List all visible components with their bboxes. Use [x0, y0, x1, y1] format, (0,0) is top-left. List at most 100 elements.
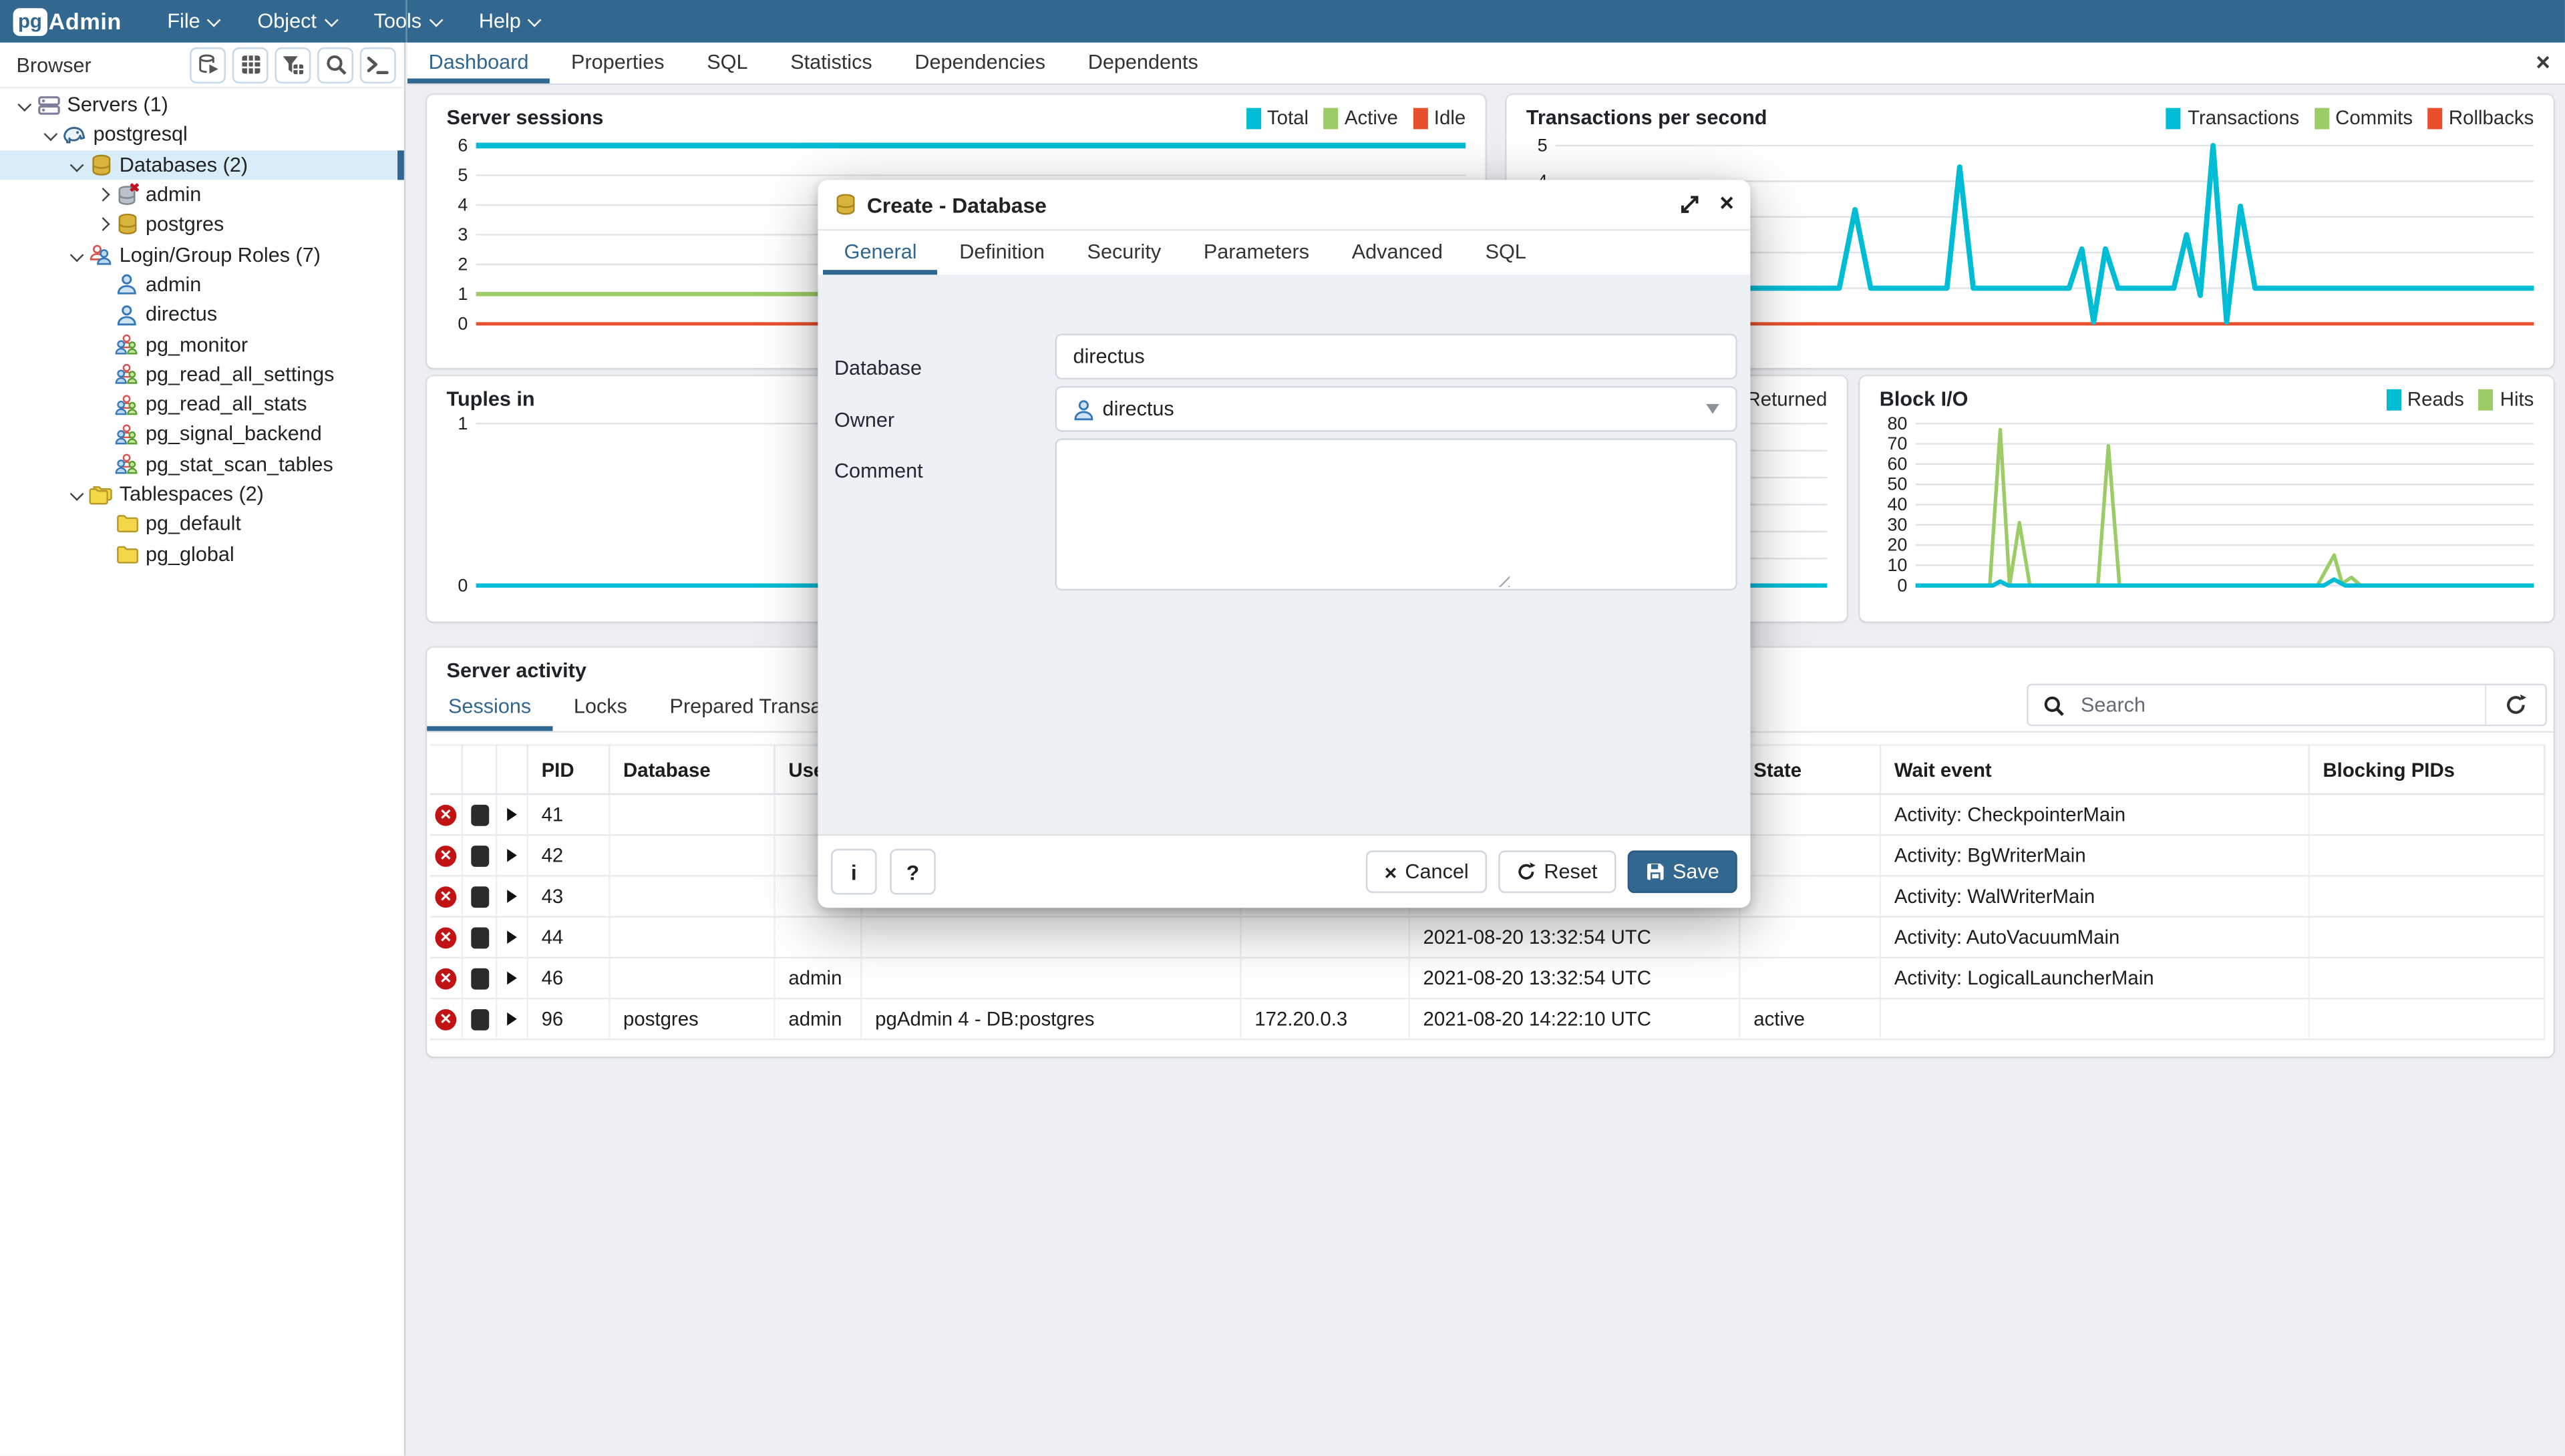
tree-item-login-group-roles-7[interactable]: Login/Group Roles (7)	[0, 240, 404, 270]
terminal-button[interactable]	[360, 47, 396, 83]
tree-item-pg-stat-scan-tables[interactable]: pg_stat_scan_tables	[0, 449, 404, 479]
cancel-query-button[interactable]	[463, 918, 497, 958]
cell-database	[610, 958, 775, 999]
cancel-query-button[interactable]	[463, 877, 497, 918]
activity-tab-sessions[interactable]: Sessions	[427, 687, 552, 731]
close-panel-icon[interactable]: ×	[2536, 51, 2550, 75]
expand-row-button[interactable]	[497, 999, 528, 1040]
collapse-chevron-icon[interactable]	[65, 160, 88, 170]
save-button[interactable]: Save	[1627, 850, 1737, 893]
collapse-chevron-icon[interactable]	[13, 100, 36, 110]
menu-file[interactable]: File	[151, 0, 234, 43]
tree-item-admin[interactable]: admin	[0, 180, 404, 210]
block-io-title: Block I/O	[1880, 387, 1969, 410]
expand-chevron-icon[interactable]	[92, 190, 114, 200]
terminate-session-button[interactable]: ✕	[430, 836, 463, 876]
expand-row-button[interactable]	[497, 836, 528, 876]
terminate-session-button[interactable]: ✕	[430, 918, 463, 958]
terminate-session-button[interactable]: ✕	[430, 877, 463, 918]
tab-statistics[interactable]: Statistics	[769, 43, 893, 83]
tps-title: Transactions per second	[1526, 106, 1767, 129]
collapse-chevron-icon[interactable]	[65, 489, 88, 499]
column-header-wait-event[interactable]: Wait event	[1881, 744, 2310, 795]
tab-dashboard[interactable]: Dashboard	[407, 43, 550, 83]
tree-item-pg-signal-backend[interactable]: pg_signal_backend	[0, 419, 404, 449]
dialog-tab-advanced[interactable]: Advanced	[1331, 230, 1464, 275]
column-header-pid[interactable]: PID	[528, 744, 610, 795]
refresh-button[interactable]	[2486, 693, 2545, 716]
tab-properties[interactable]: Properties	[550, 43, 685, 83]
cancel-query-button[interactable]	[463, 999, 497, 1040]
tab-dependencies[interactable]: Dependencies	[894, 43, 1067, 83]
tree-item-pg-read-all-settings[interactable]: pg_read_all_settings	[0, 359, 404, 389]
query-tool-button[interactable]	[190, 47, 226, 83]
menu-object[interactable]: Object	[241, 0, 351, 43]
tree-item-postgres[interactable]: postgres	[0, 210, 404, 240]
maximize-icon[interactable]	[1681, 194, 1700, 214]
comment-textarea[interactable]	[1055, 438, 1737, 590]
sql-info-button[interactable]: i	[831, 849, 877, 895]
tree-item-postgresql[interactable]: postgresql	[0, 120, 404, 150]
column-header[interactable]	[497, 744, 528, 795]
column-header[interactable]	[430, 744, 463, 795]
dropdown-caret-icon	[1706, 404, 1719, 414]
cell-pid: 44	[528, 918, 610, 958]
dialog-tab-general[interactable]: General	[823, 230, 938, 275]
filter-button[interactable]	[275, 47, 311, 83]
column-header[interactable]	[463, 744, 497, 795]
legend-swatch	[1413, 107, 1427, 128]
dialog-header[interactable]: Create - Database ×	[818, 180, 1750, 230]
tree-item-directus[interactable]: directus	[0, 299, 404, 329]
tree-item-databases-2[interactable]: Databases (2)	[0, 150, 404, 180]
terminate-session-button[interactable]: ✕	[430, 795, 463, 836]
help-button[interactable]: ?	[890, 849, 936, 895]
dialog-tab-sql[interactable]: SQL	[1464, 230, 1548, 275]
dialog-tab-definition[interactable]: Definition	[938, 230, 1065, 275]
close-icon[interactable]: ×	[1719, 193, 1733, 216]
terminate-session-button[interactable]: ✕	[430, 999, 463, 1040]
reset-button[interactable]: Reset	[1498, 850, 1615, 893]
expand-row-icon	[507, 930, 517, 944]
comment-label: Comment	[834, 460, 923, 482]
cancel-query-button[interactable]	[463, 958, 497, 999]
column-header-blocking-pids[interactable]: Blocking PIDs	[2310, 744, 2546, 795]
expand-row-button[interactable]	[497, 918, 528, 958]
dialog-tab-security[interactable]: Security	[1066, 230, 1182, 275]
search-input[interactable]	[2077, 692, 2485, 718]
dialog-footer: i ? ×Cancel Reset Save	[818, 834, 1750, 908]
folder-icon	[114, 514, 139, 534]
tree-item-pg-monitor[interactable]: pg_monitor	[0, 329, 404, 359]
expand-row-button[interactable]	[497, 795, 528, 836]
owner-select[interactable]: directus	[1055, 386, 1737, 432]
expand-chevron-icon[interactable]	[92, 220, 114, 230]
tree-item-pg-read-all-stats[interactable]: pg_read_all_stats	[0, 389, 404, 419]
database-icon	[834, 193, 857, 216]
database-name-input[interactable]	[1055, 334, 1737, 380]
grid-icon	[240, 54, 261, 75]
tree-item-admin[interactable]: admin	[0, 270, 404, 300]
tab-dependents[interactable]: Dependents	[1067, 43, 1220, 83]
tree-item-label: pg_stat_scan_tables	[146, 453, 333, 476]
tree-item-pg-default[interactable]: pg_default	[0, 509, 404, 539]
cancel-query-button[interactable]	[463, 795, 497, 836]
activity-tab-locks[interactable]: Locks	[552, 687, 649, 731]
terminate-session-button[interactable]: ✕	[430, 958, 463, 999]
grid-button[interactable]	[232, 47, 269, 83]
column-header-database[interactable]: Database	[610, 744, 775, 795]
collapse-chevron-icon[interactable]	[65, 250, 88, 260]
collapse-chevron-icon[interactable]	[39, 130, 62, 140]
cancel-query-button[interactable]	[463, 836, 497, 876]
search-button[interactable]	[317, 47, 353, 83]
column-header-state[interactable]: State	[1741, 744, 1882, 795]
tree-item-servers-1[interactable]: Servers (1)	[0, 90, 404, 120]
expand-row-button[interactable]	[497, 958, 528, 999]
dialog-tab-parameters[interactable]: Parameters	[1182, 230, 1331, 275]
tree-item-tablespaces-2[interactable]: Tablespaces (2)	[0, 479, 404, 509]
cancel-button[interactable]: ×Cancel	[1367, 850, 1487, 893]
cell-user: admin	[776, 999, 862, 1040]
svg-text:70: 70	[1887, 433, 1907, 453]
expand-row-button[interactable]	[497, 877, 528, 918]
menu-help[interactable]: Help	[462, 0, 555, 43]
tree-item-pg-global[interactable]: pg_global	[0, 539, 404, 569]
tab-sql[interactable]: SQL	[685, 43, 769, 83]
